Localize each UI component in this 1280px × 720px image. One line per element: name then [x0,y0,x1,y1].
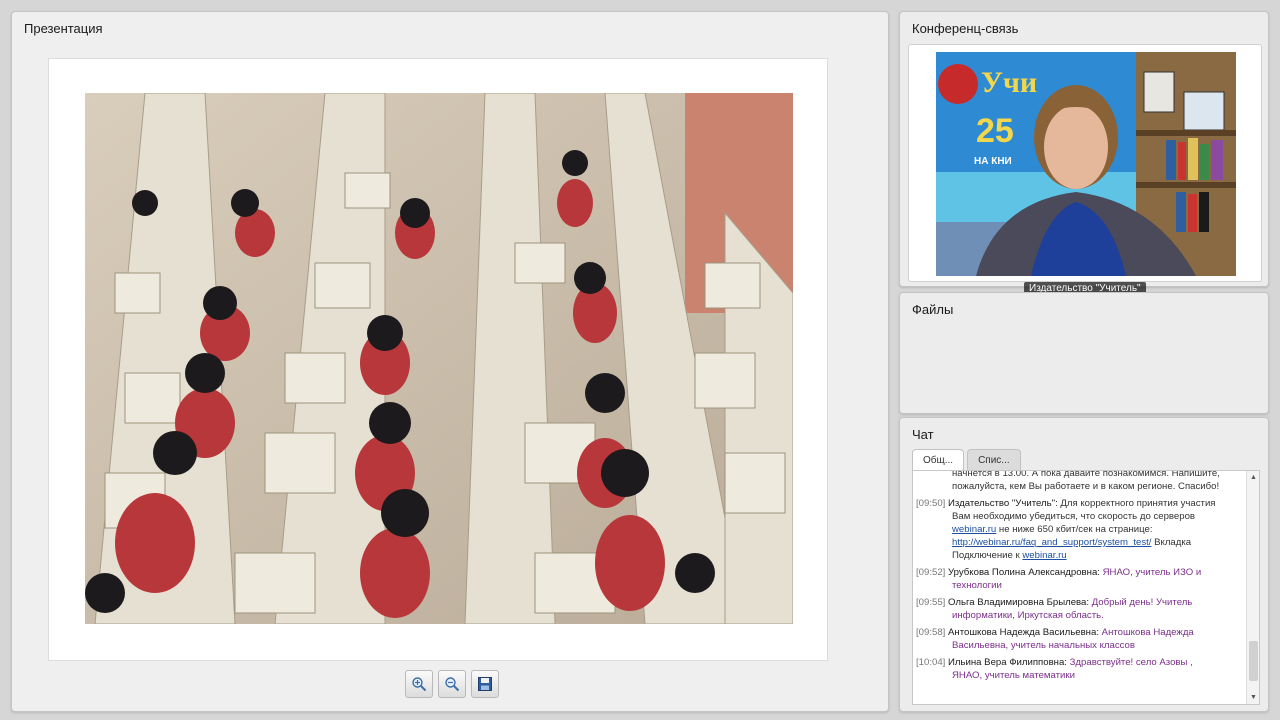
svg-text:Учи: Учи [981,66,1037,99]
message-link[interactable]: http://webinar.ru/faq_and_support/system… [952,537,1151,548]
trading-floor-photo [85,93,793,624]
chat-message: [09:55] Ольга Владимировна Брылева: Добр… [916,597,1193,621]
slide-toolbar [405,670,499,698]
conference-title: Конференц-связь [912,21,1019,36]
save-icon [478,677,492,691]
message-link[interactable]: webinar.ru [952,524,996,535]
files-title: Файлы [912,302,954,317]
video-frame: Учи 25 НА КНИ Издательство "Учитель" [908,44,1262,295]
message-author: Издательство "Учитель": [948,498,1058,509]
message-text: Добрый день! Учитель [1091,597,1193,608]
message-text: Здравствуйте! село Азовы , [1069,657,1193,668]
message-link[interactable]: webinar.ru [1022,550,1066,561]
message-author: Ильина Вера Филипповна: [948,657,1067,668]
scroll-up-icon[interactable]: ▲ [1248,472,1259,483]
chat-panel: Чат Общ... Спис... начнется в 13.00. А п… [899,417,1269,712]
message-author: Ольга Владимировна Брылева: [948,597,1090,608]
scroll-down-icon[interactable]: ▼ [1248,692,1259,703]
message-text: Антошкова Надежда [1101,627,1194,638]
scrollbar-thumb[interactable] [1249,641,1258,681]
zoom-in-button[interactable] [405,670,433,698]
tab-general[interactable]: Общ... [912,449,965,471]
video-stream: Учи 25 НА КНИ [936,52,1236,276]
zoom-in-icon [412,677,427,692]
slide-image [85,93,793,624]
chat-message: [09:58] Антошкова Надежда Васильевна: Ан… [916,627,1194,651]
chat-message: [10:04] Ильина Вера Филипповна: Здравств… [916,657,1193,681]
message-text: Для корректного принятия участия [1060,498,1216,509]
chat-tabs: Общ... Спис... [912,449,1021,471]
chat-scrollbar[interactable]: ▲ ▼ [1246,471,1259,704]
chat-title: Чат [912,427,934,442]
svg-text:25: 25 [976,112,1014,150]
message-time: [09:55] [916,597,946,608]
presentation-title: Презентация [24,21,103,36]
chat-message: [09:50] Издательство "Учитель": Для корр… [916,498,1216,561]
message-time: [09:58] [916,627,946,638]
message-text: ЯНАО, учитель ИЗО и [1102,567,1202,578]
message-time: [09:50] [916,498,946,509]
message-time: [10:04] [916,657,946,668]
save-button[interactable] [471,670,499,698]
message-author: Антошкова Надежда Васильевна: [948,627,1099,638]
zoom-out-icon [445,677,460,692]
zoom-out-button[interactable] [438,670,466,698]
conference-panel: Конференц-связь Учи 25 НА КНИ Издательст… [899,11,1269,295]
chat-message: начнется в 13.00. А пока давайте познако… [952,470,1220,492]
chat-messages: начнется в 13.00. А пока давайте познако… [916,470,1243,686]
svg-text:НА КНИ: НА КНИ [974,156,1012,167]
chat-message: [09:52] Урубкова Полина Александровна: Я… [916,567,1202,591]
chat-log: начнется в 13.00. А пока давайте познако… [912,470,1260,705]
tab-participants-list[interactable]: Спис... [967,449,1021,471]
message-time: [09:52] [916,567,946,578]
presenter-video: Учи 25 НА КНИ [936,52,1236,276]
message-author: Урубкова Полина Александровна: [948,567,1100,578]
presentation-panel: Презентация [11,11,889,712]
slide-frame [48,58,828,661]
files-panel: Файлы [899,292,1269,414]
